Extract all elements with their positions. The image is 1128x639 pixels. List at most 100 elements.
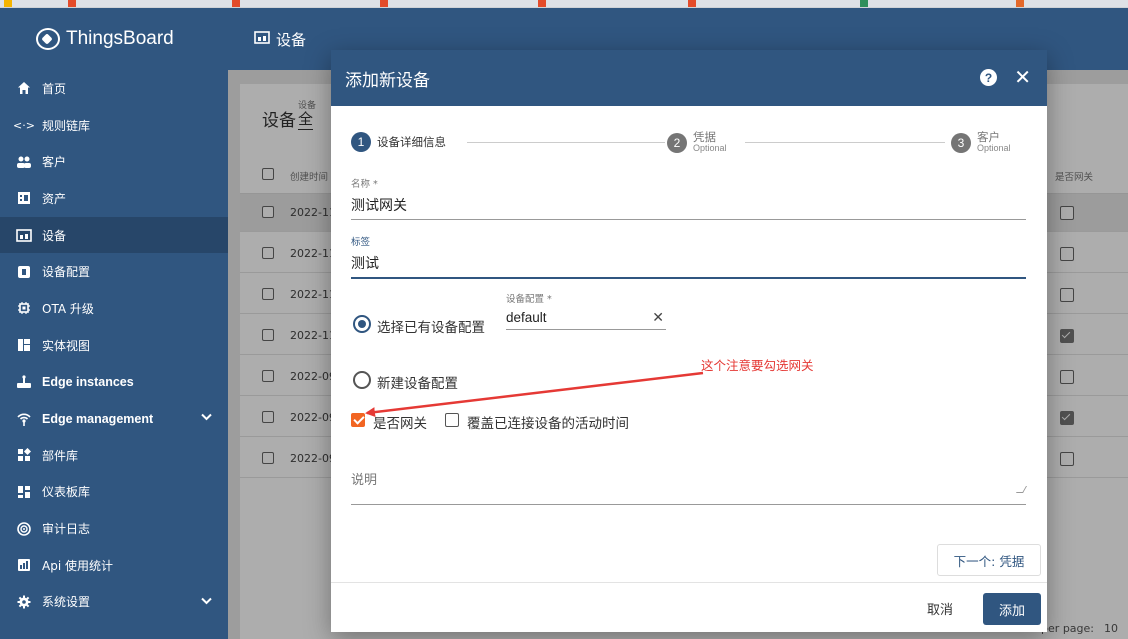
description-input[interactable]: 说明 (351, 469, 1026, 488)
sidebar-item-assets[interactable]: 资产 (0, 180, 228, 217)
entity-view-icon (16, 337, 32, 353)
radio-new-profile-label[interactable]: 新建设备配置 (377, 372, 458, 392)
bookmark-item[interactable] (860, 0, 868, 7)
thingsboard-logo-icon (36, 28, 60, 50)
step-connector (467, 142, 665, 143)
annotation-text: 这个注意要勾选网关 (701, 358, 814, 373)
label-label: 标签 (351, 237, 371, 248)
dashboard-icon (16, 484, 32, 500)
bookmark-item[interactable] (688, 0, 696, 7)
api-usage-icon (16, 557, 32, 573)
sidebar-item-rule-chains[interactable]: <·> 规则链库 (0, 107, 228, 144)
description-field[interactable]: 说明 (351, 464, 1026, 505)
step-number: 1 (351, 132, 371, 152)
ota-icon (16, 300, 32, 316)
step-optional: Optional (977, 143, 1011, 153)
label-underline (351, 277, 1026, 279)
bookmark-item[interactable] (232, 0, 240, 7)
brand-logo[interactable]: ThingsBoard (0, 8, 228, 70)
sidebar-item-label: 审计日志 (42, 522, 91, 537)
sidebar-item-edge-instances[interactable]: Edge instances (0, 364, 228, 401)
bookmark-item[interactable] (4, 0, 12, 7)
dialog-header: 添加新设备 ? ✕ (331, 50, 1047, 106)
radio-new-profile[interactable] (353, 371, 371, 389)
sidebar-item-ota[interactable]: OTA 升级 (0, 290, 228, 327)
sidebar-item-label: Api 使用统计 (42, 558, 113, 573)
bookmark-item[interactable] (538, 0, 546, 7)
bookmark-item[interactable] (380, 0, 388, 7)
name-field[interactable]: 名称 * 测试网关 (351, 176, 1026, 220)
overwrite-activity-time-label[interactable]: 覆盖已连接设备的活动时间 (467, 412, 629, 432)
sidebar-item-label: OTA 升级 (42, 301, 94, 316)
sidebar-item-label: 系统设置 (42, 595, 91, 610)
step-device-details[interactable]: 1 设备详细信息 (351, 132, 446, 152)
device-profile-field[interactable]: 设备配置 * default ✕ (506, 291, 666, 330)
help-icon[interactable]: ? (980, 69, 997, 86)
sidebar: ThingsBoard 首页 <·> 规则链库 客户 资产 设备 设备配置 OT… (0, 8, 228, 639)
bookmark-item[interactable] (1016, 0, 1024, 7)
step-credentials[interactable]: 2 凭据 Optional (667, 130, 727, 154)
label-field[interactable]: 标签 测试 (351, 234, 1026, 279)
label-input[interactable]: 测试 (351, 253, 1026, 273)
device-profile-input[interactable]: default (506, 310, 666, 325)
dialog-footer: 取消 添加 (331, 582, 1047, 632)
devices-icon (254, 30, 270, 48)
step-connector (745, 142, 945, 143)
stepper: 1 设备详细信息 2 凭据 Optional 3 客户 Optional (351, 130, 1025, 162)
device-profile-underline (506, 329, 666, 330)
radio-select-existing-profile[interactable] (353, 315, 371, 333)
rule-chain-icon: <·> (13, 118, 35, 132)
step-label: 客户 (977, 130, 1000, 144)
sidebar-item-label: 设备 (42, 228, 67, 243)
sidebar-item-home[interactable]: 首页 (0, 70, 228, 107)
sidebar-item-label: Edge management (42, 411, 154, 426)
dialog-title: 添加新设备 (345, 70, 430, 91)
name-input[interactable]: 测试网关 (351, 195, 1026, 215)
sidebar-item-label: 规则链库 (42, 118, 91, 133)
next-step-button[interactable]: 下一个: 凭据 (937, 544, 1041, 576)
close-icon[interactable]: ✕ (1014, 65, 1031, 90)
add-button[interactable]: 添加 (983, 593, 1041, 625)
cancel-button[interactable]: 取消 (915, 593, 965, 623)
bookmark-item[interactable] (68, 0, 76, 7)
sidebar-item-edge-management[interactable]: Edge management (0, 400, 228, 437)
overwrite-activity-time-checkbox[interactable] (445, 413, 459, 427)
sidebar-item-entity-views[interactable]: 实体视图 (0, 327, 228, 364)
is-gateway-label[interactable]: 是否网关 (373, 412, 427, 432)
clear-icon[interactable]: ✕ (652, 309, 664, 326)
sidebar-item-label: 首页 (42, 81, 67, 96)
name-label: 名称 * (351, 179, 378, 190)
radio-select-existing-profile-label[interactable]: 选择已有设备配置 (377, 316, 485, 336)
sidebar-item-devices[interactable]: 设备 (0, 216, 228, 254)
sidebar-item-label: 设备配置 (42, 265, 91, 280)
description-underline (351, 504, 1026, 505)
sidebar-item-label: Edge instances (42, 374, 134, 389)
widgets-icon (16, 447, 32, 463)
sidebar-item-customers[interactable]: 客户 (0, 143, 228, 180)
sidebar-item-dashboards[interactable]: 仪表板库 (0, 474, 228, 511)
sidebar-item-label: 实体视图 (42, 338, 91, 353)
sidebar-item-audit-logs[interactable]: 审计日志 (0, 510, 228, 547)
gear-icon (16, 594, 32, 610)
device-profile-icon (16, 264, 32, 280)
brand-name: ThingsBoard (66, 28, 174, 49)
sidebar-item-api-usage[interactable]: Api 使用统计 (0, 547, 228, 584)
sidebar-item-label: 资产 (42, 191, 67, 206)
sidebar-item-label: 部件库 (42, 448, 79, 463)
is-gateway-checkbox[interactable] (351, 413, 365, 427)
add-device-dialog: 添加新设备 ? ✕ 1 设备详细信息 2 凭据 Optional 3 客户 Op… (331, 50, 1047, 632)
name-underline (351, 219, 1026, 220)
sidebar-item-system-settings[interactable]: 系统设置 (0, 584, 228, 621)
sidebar-item-widgets[interactable]: 部件库 (0, 437, 228, 474)
audit-icon (16, 521, 32, 537)
step-number: 2 (667, 133, 687, 153)
sidebar-item-device-profiles[interactable]: 设备配置 (0, 253, 228, 290)
step-optional: Optional (693, 143, 727, 153)
edge-management-icon (16, 411, 32, 427)
assets-icon (16, 190, 32, 206)
step-label: 凭据 (693, 130, 716, 144)
devices-icon (16, 227, 32, 243)
sidebar-item-label: 仪表板库 (42, 485, 91, 500)
home-icon (16, 80, 32, 96)
step-customer[interactable]: 3 客户 Optional (951, 130, 1011, 154)
